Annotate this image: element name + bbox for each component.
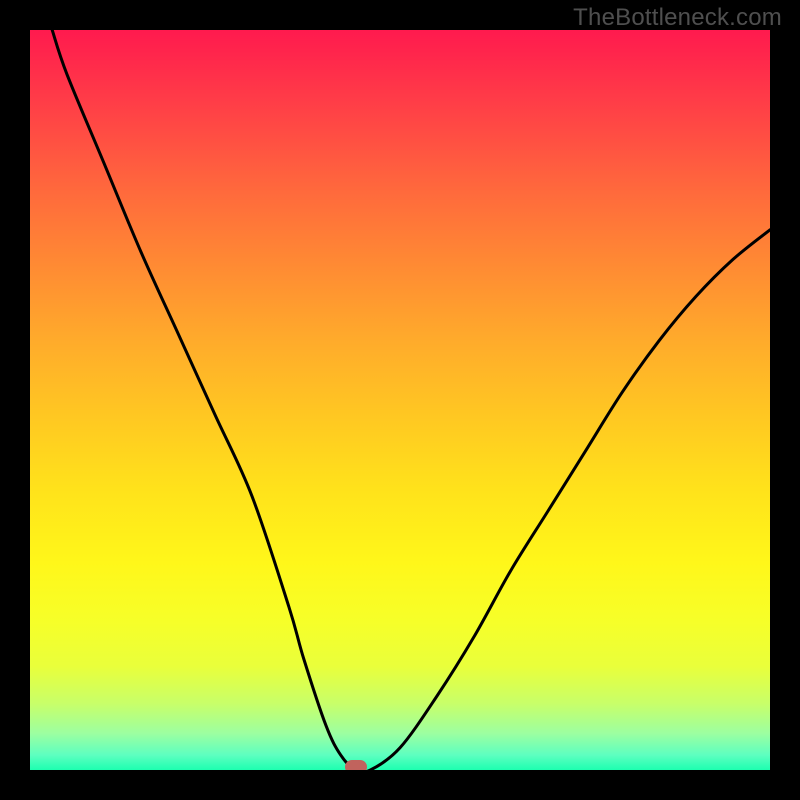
bottleneck-curve	[52, 30, 770, 770]
watermark-text: TheBottleneck.com	[573, 4, 782, 32]
plot-area	[30, 30, 770, 770]
curve-svg	[30, 30, 770, 770]
optimal-marker	[345, 760, 367, 770]
chart-frame: TheBottleneck.com	[0, 0, 800, 800]
